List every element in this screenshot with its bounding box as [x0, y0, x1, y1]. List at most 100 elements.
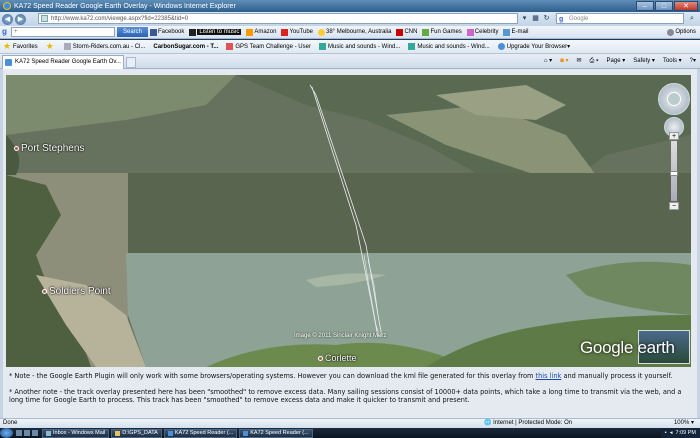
cnn-icon — [396, 28, 404, 36]
taskbar-item-folder[interactable]: D:\GPS_DATA — [111, 428, 162, 438]
address-input[interactable]: http://www.ka72.com/viewge.aspx?fid=2238… — [38, 13, 518, 24]
windows-icon — [318, 43, 326, 50]
facebook-icon — [150, 28, 158, 36]
google-earth-logo: Google earth — [580, 338, 675, 357]
zoom-in-button[interactable]: + — [669, 132, 679, 140]
search-icon[interactable]: ⌕ — [686, 13, 698, 24]
back-button[interactable]: ◀ — [2, 13, 13, 25]
taskbar: Inbox - Windows Mail D:\GPS_DATA KA72 Sp… — [0, 428, 700, 438]
window-controls: – □ ✕ — [636, 1, 698, 11]
toolbar-item-weather[interactable]: 38° Melbourne, Australia — [318, 28, 391, 36]
mail-icon[interactable]: ✉ — [577, 56, 582, 67]
celebrity-icon — [466, 28, 474, 36]
toolbar-item-facebook[interactable]: Facebook — [150, 28, 184, 36]
tab-page-icon — [5, 59, 12, 66]
clock[interactable]: 7:09 PM — [676, 430, 696, 436]
satellite-imagery — [6, 75, 691, 367]
kml-download-link[interactable]: this link — [536, 372, 562, 380]
favorites-bar: ★ Favorites ★ Storm-Riders.com.au - Cl...… — [0, 40, 700, 54]
zoom-slider[interactable]: + − — [669, 132, 679, 210]
print-icon[interactable]: ⎙ ▾ — [590, 56, 599, 67]
fav-item[interactable]: Music and sounds - Wind... — [318, 43, 400, 50]
maximize-button[interactable]: □ — [655, 1, 673, 11]
taskbar-item-mail[interactable]: Inbox - Windows Mail — [42, 428, 110, 438]
title-bar: KA72 Speed Reader Google Earth Overlay -… — [0, 0, 700, 12]
ie-quicklaunch-icon[interactable] — [32, 430, 38, 436]
show-desktop-icon[interactable] — [16, 430, 22, 436]
page-notes: * Note - the Google Earth Plugin will on… — [9, 372, 694, 412]
search-placeholder: Google — [569, 16, 589, 22]
site-icon — [63, 43, 71, 50]
favorites-button[interactable]: ★ Favorites — [3, 42, 38, 51]
safety-menu[interactable]: Safety ▾ — [633, 56, 655, 67]
fav-item[interactable]: Music and sounds - Wind... — [408, 43, 490, 50]
windows-icon — [408, 43, 416, 50]
games-icon — [422, 28, 430, 36]
ie-icon — [167, 430, 173, 436]
place-label-port-stephens[interactable]: Port Stephens — [14, 143, 84, 154]
toolbar-item-amazon[interactable]: Amazon — [246, 28, 276, 36]
minimize-button[interactable]: – — [636, 1, 654, 11]
fav-item[interactable]: GPS Team Challenge - User — [226, 43, 311, 50]
toolbar-item-music[interactable]: Listen to music — [189, 28, 242, 36]
tools-menu[interactable]: Tools ▾ — [663, 56, 682, 67]
place-marker-icon — [42, 288, 47, 294]
toolbar-item-cnn[interactable]: CNN — [396, 28, 417, 36]
fav-item[interactable]: Storm-Riders.com.au - Cl... — [63, 43, 145, 50]
address-text: http://www.ka72.com/viewge.aspx?fid=2238… — [51, 16, 189, 22]
look-joystick-icon[interactable] — [667, 92, 681, 106]
map-copyright: Image © 2011 Sinclair Knight Merz — [294, 333, 387, 339]
mail-icon — [46, 430, 51, 436]
place-marker-icon — [14, 145, 19, 151]
note-plugin: * Note - the Google Earth Plugin will on… — [9, 372, 673, 380]
zoom-level[interactable]: 100% ▾ — [674, 419, 694, 428]
toolbar-item-celebrity[interactable]: Celebrity — [466, 28, 498, 36]
close-button[interactable]: ✕ — [674, 1, 698, 11]
zoom-out-button[interactable]: − — [669, 202, 679, 210]
dropdown-icon[interactable]: ▾ — [520, 14, 529, 23]
site-icon — [226, 43, 234, 50]
amazon-icon — [246, 28, 254, 36]
compat-icon[interactable]: ▦ — [531, 14, 540, 23]
star-plus-icon: ★ — [45, 41, 54, 51]
start-button[interactable] — [0, 428, 13, 438]
feeds-icon[interactable]: ◙ ▾ — [560, 56, 568, 67]
tab-bar: KA72 Speed Reader Google Earth Ov... ⌂ ▾… — [0, 54, 700, 69]
fav-item[interactable]: CarbonSugar.com - T... — [153, 44, 218, 50]
toolbar-search-input[interactable]: + — [11, 27, 115, 37]
add-favorite-icon[interactable]: ★ — [45, 41, 56, 51]
switch-windows-icon[interactable] — [24, 430, 30, 436]
page-content: Port Stephens Soldiers Point Image © 201… — [0, 69, 700, 418]
toolbar-options[interactable]: Options — [667, 28, 696, 36]
refresh-icon[interactable]: ↻ — [542, 14, 551, 23]
weather-icon — [318, 28, 325, 36]
fav-item[interactable]: Upgrade Your Browser ▾ — [497, 43, 570, 50]
toolbar-search-button[interactable]: Search — [117, 27, 149, 37]
place-label-corlette[interactable]: Corlette — [318, 353, 357, 363]
command-bar: ⌂ ▾ ◙ ▾ ✉ ⎙ ▾ Page ▾ Safety ▾ Tools ▾ ?▾ — [544, 56, 696, 67]
live-search-input[interactable]: g Google — [556, 13, 684, 24]
tab-ka72[interactable]: KA72 Speed Reader Google Earth Ov... — [2, 55, 124, 69]
security-zone[interactable]: 🌐 Internet | Protected Mode: On — [484, 419, 572, 428]
google-toolbar-icon: g — [2, 27, 7, 36]
place-label-soldiers-point[interactable]: Soldiers Point — [42, 286, 111, 297]
help-icon[interactable]: ?▾ — [690, 56, 696, 67]
page-menu[interactable]: Page ▾ — [607, 56, 626, 67]
google-earth-map[interactable]: Port Stephens Soldiers Point Image © 201… — [6, 75, 691, 367]
zoom-slider-handle[interactable] — [670, 171, 678, 176]
status-text: Done — [3, 420, 18, 426]
gear-icon — [667, 28, 675, 36]
taskbar-item-ie-2[interactable]: KA72 Speed Reader (... — [239, 428, 313, 438]
forward-button[interactable]: ▶ — [15, 13, 26, 25]
globe-icon: 🌐 — [484, 420, 494, 426]
toolbar-item-email[interactable]: E-mail — [503, 28, 529, 36]
toolbar-item-games[interactable]: Fun Games — [422, 28, 462, 36]
navigation-compass[interactable] — [658, 83, 690, 115]
toolbar-item-youtube[interactable]: YouTube — [281, 28, 313, 36]
home-icon[interactable]: ⌂ ▾ — [544, 56, 552, 67]
taskbar-item-ie-1[interactable]: KA72 Speed Reader (... — [163, 428, 238, 438]
network-icon[interactable]: ▪ — [665, 430, 667, 436]
volume-icon[interactable]: ◂ — [670, 430, 673, 436]
new-tab-button[interactable] — [126, 57, 136, 68]
ie-window: KA72 Speed Reader Google Earth Overlay -… — [0, 0, 700, 438]
